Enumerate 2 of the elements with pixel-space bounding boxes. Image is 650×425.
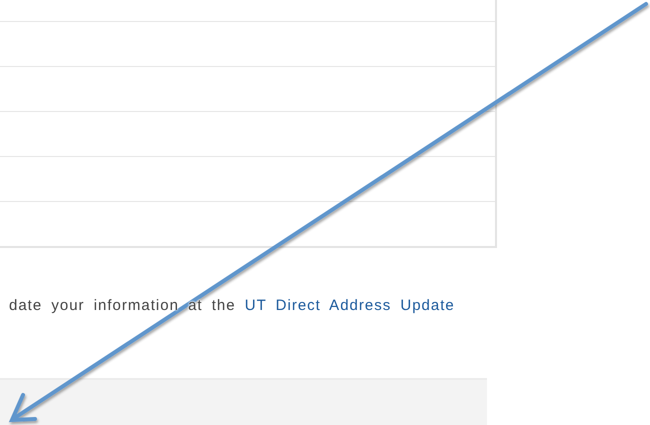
- address-note: date your information at the UT Direct Address Update: [9, 297, 455, 314]
- address-update-link[interactable]: UT Direct Address Update: [244, 297, 455, 314]
